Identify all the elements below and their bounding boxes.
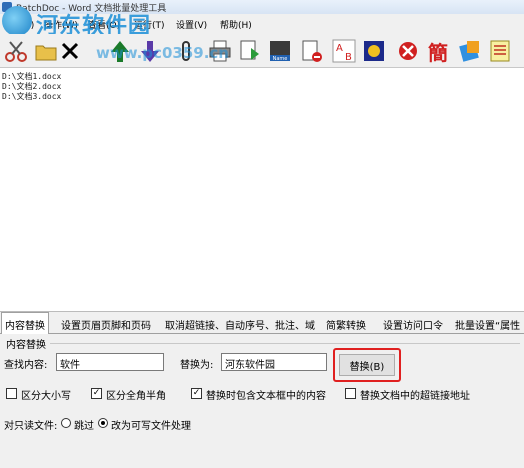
tab-properties[interactable]: 批量设置“属性 xyxy=(452,315,523,334)
find-label: 查找内容: xyxy=(4,360,48,371)
ab-glyph-a: A xyxy=(336,43,343,54)
scissors-button[interactable] xyxy=(2,37,30,65)
writable-radio[interactable] xyxy=(98,418,108,428)
tab-password[interactable]: 设置访问口令 xyxy=(380,315,446,334)
ab-glyph-b: B xyxy=(345,52,352,63)
ab-replace-icon: A B xyxy=(332,39,356,63)
replace-input[interactable]: 河东软件园 xyxy=(221,353,327,371)
full-half-checkbox[interactable]: ✓ xyxy=(91,388,102,399)
macro-button[interactable] xyxy=(360,37,388,65)
watermark-url: www.pc0359.cn xyxy=(96,44,229,62)
find-input[interactable]: 软件 xyxy=(56,353,164,371)
convert-button[interactable] xyxy=(236,37,264,65)
title-bar: BatchDoc - Word 文档批量处理工具 xyxy=(0,0,524,14)
skip-radio[interactable] xyxy=(61,418,71,428)
tab-remove-links[interactable]: 取消超链接、自动序号、批注、域 xyxy=(162,315,318,334)
stop-icon xyxy=(399,42,417,60)
tab-bar: 内容替换 设置页眉页脚和页码 取消超链接、自动序号、批注、域 简繁转换 设置访问… xyxy=(0,312,524,335)
skip-radio-label: 跳过 xyxy=(74,421,94,432)
stop-button[interactable] xyxy=(394,37,422,65)
doc-list-button[interactable] xyxy=(486,37,514,65)
replace-hyperlink-label: 替换文档中的超链接地址 xyxy=(360,391,470,402)
rename-icon: Name xyxy=(270,41,290,62)
group-label: 内容替换 xyxy=(6,340,46,351)
replace-label: 替换为: xyxy=(180,360,214,371)
macro-icon xyxy=(364,41,384,61)
scissors-icon xyxy=(5,41,27,62)
window-title: BatchDoc - Word 文档批量处理工具 xyxy=(16,4,167,14)
include-textbox-checkbox[interactable]: ✓ xyxy=(191,388,202,399)
tab-header-footer[interactable]: 设置页眉页脚和页码 xyxy=(58,315,154,334)
traditional-icon: 簡 xyxy=(428,40,448,65)
tab-simp-trad[interactable]: 简繁转换 xyxy=(323,315,369,334)
settings-button[interactable] xyxy=(456,37,484,65)
no-doc-button[interactable] xyxy=(298,37,326,65)
menu-bar: 文件(F) 操作(W) 查看(O) 运行(T) 设置(V) 帮助(H) xyxy=(0,14,524,34)
menu-operate[interactable]: 操作(W) xyxy=(44,18,78,31)
ab-replace-button[interactable]: A B xyxy=(330,37,358,65)
menu-settings[interactable]: 设置(V) xyxy=(176,18,207,31)
menu-run[interactable]: 运行(T) xyxy=(134,18,165,31)
no-doc-icon xyxy=(302,40,322,62)
match-case-checkbox[interactable] xyxy=(6,388,17,399)
highlight-box xyxy=(333,348,401,382)
tab-content-replace[interactable]: 内容替换 xyxy=(1,312,49,335)
app-icon xyxy=(2,2,12,12)
delete-button[interactable] xyxy=(56,37,84,65)
file-list[interactable]: D:\文档1.docx D:\文档2.docx D:\文档3.docx xyxy=(0,69,524,312)
replace-hyperlink-checkbox[interactable] xyxy=(345,388,356,399)
traditional-button[interactable]: 簡 xyxy=(424,37,452,65)
list-item[interactable]: D:\文档3.docx xyxy=(2,91,61,102)
menu-help[interactable]: 帮助(H) xyxy=(220,18,252,31)
writable-radio-label: 改为可写文件处理 xyxy=(111,421,191,432)
doc-list-icon xyxy=(490,40,510,62)
full-half-label: 区分全角半角 xyxy=(106,391,166,402)
group-divider xyxy=(50,343,520,344)
match-case-label: 区分大小写 xyxy=(21,391,71,402)
pdf-icon xyxy=(240,40,259,60)
settings-icon xyxy=(459,41,479,62)
readonly-label: 对只读文件: xyxy=(4,421,58,432)
include-textbox-label: 替换时包含文本框中的内容 xyxy=(206,391,326,402)
toolbar: Name A B 簡 xyxy=(0,34,524,68)
rename-badge: Name xyxy=(273,56,288,62)
rename-button[interactable]: Name xyxy=(266,37,294,65)
menu-view[interactable]: 查看(O) xyxy=(88,18,120,31)
menu-file[interactable]: 文件(F) xyxy=(4,18,34,31)
delete-icon xyxy=(61,42,79,60)
